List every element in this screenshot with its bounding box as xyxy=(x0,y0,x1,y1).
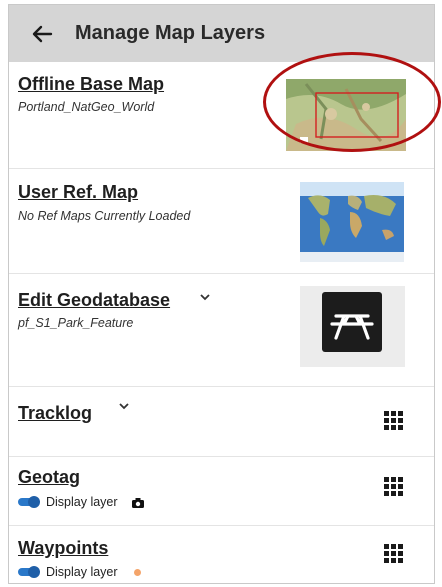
chevron-down-icon[interactable] xyxy=(118,399,130,415)
layer-title[interactable]: Geotag xyxy=(18,467,80,488)
chevron-down-icon[interactable] xyxy=(199,290,211,306)
waypoint-dot-icon xyxy=(133,568,141,576)
layer-row-tracklog[interactable]: Tracklog xyxy=(9,387,434,457)
grid-menu-icon[interactable] xyxy=(384,411,403,430)
layer-row-waypoints[interactable]: Waypoints Display layer xyxy=(9,526,434,583)
display-layer-toggle[interactable] xyxy=(18,496,40,508)
display-layer-row: Display layer xyxy=(18,565,141,579)
layer-subtitle: No Ref Maps Currently Loaded xyxy=(18,209,191,223)
app-header: Manage Map Layers xyxy=(9,5,434,62)
picnic-table-icon[interactable] xyxy=(300,286,405,367)
layer-row-user-ref-map[interactable]: User Ref. Map No Ref Maps Currently Load… xyxy=(9,169,434,274)
layer-subtitle: pf_S1_Park_Feature xyxy=(18,316,134,330)
camera-icon xyxy=(131,497,144,508)
page-title: Manage Map Layers xyxy=(75,22,266,44)
arrow-left-icon[interactable] xyxy=(31,23,53,45)
grid-menu-icon[interactable] xyxy=(384,477,403,496)
layer-title[interactable]: Offline Base Map xyxy=(18,74,164,95)
world-map-thumbnail[interactable] xyxy=(300,182,404,262)
layer-title[interactable]: Waypoints xyxy=(18,538,108,559)
base-map-thumbnail[interactable] xyxy=(286,79,406,151)
layer-title[interactable]: User Ref. Map xyxy=(18,182,138,203)
display-layer-label: Display layer xyxy=(46,565,118,579)
display-layer-label: Display layer xyxy=(46,495,118,509)
layer-row-offline-base-map[interactable]: Offline Base Map Portland_NatGeo_World xyxy=(9,62,434,169)
layer-row-edit-geodatabase[interactable]: Edit Geodatabase pf_S1_Park_Feature xyxy=(9,274,434,387)
grid-menu-icon[interactable] xyxy=(384,544,403,563)
display-layer-row: Display layer xyxy=(18,495,144,509)
layer-subtitle: Portland_NatGeo_World xyxy=(18,100,155,114)
layer-title[interactable]: Edit Geodatabase xyxy=(18,290,170,311)
layer-row-geotag[interactable]: Geotag Display layer xyxy=(9,457,434,526)
manage-map-layers-screen: Manage Map Layers Offline Base Map Portl… xyxy=(8,4,435,584)
display-layer-toggle[interactable] xyxy=(18,566,40,578)
layer-title[interactable]: Tracklog xyxy=(18,403,92,424)
